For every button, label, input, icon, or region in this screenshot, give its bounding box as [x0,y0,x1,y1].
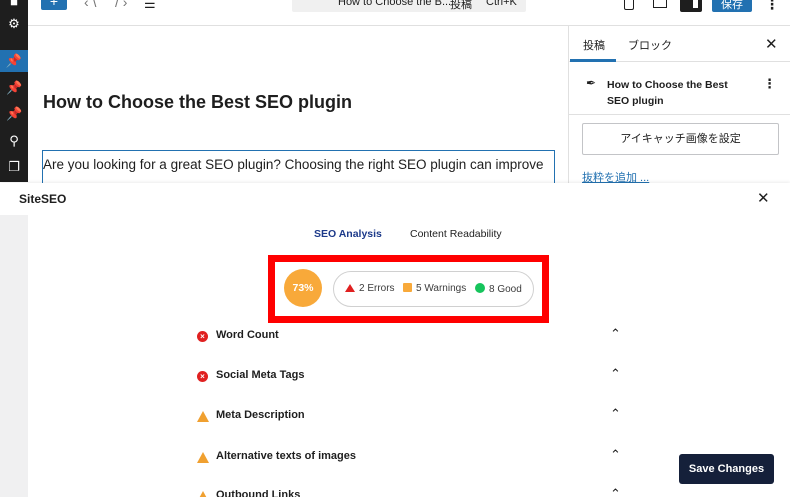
set-featured-image-button[interactable]: アイキャッチ画像を設定 [582,123,779,155]
settings-icon[interactable]: ⚙ [6,16,22,32]
admin-sidebar: ■ ⚙ 📌 📌 📌 ⚲ ❐ [0,0,28,182]
command-shortcut: Ctrl+K [486,0,517,8]
add-block-button[interactable]: + [41,0,67,10]
save-draft-button[interactable]: 保存 [712,0,752,12]
tab-seo-analysis[interactable]: SEO Analysis [314,228,382,240]
chevron-up-icon[interactable]: ⌃ [610,447,621,463]
siteseo-header: SiteSEO ✕ [0,183,790,215]
warning-square-icon [403,283,412,292]
undo-icon[interactable]: ‹ \ [84,0,96,10]
active-tab-indicator [570,59,616,62]
tab-block[interactable]: ブロック [628,37,672,53]
more-options-icon[interactable]: ⋮ [763,76,776,92]
pin-icon[interactable]: 📌 [6,80,22,96]
chevron-up-icon[interactable]: ⌃ [610,486,621,497]
good-dot-icon [475,283,485,293]
check-row-meta-description[interactable]: Meta Description ⌃ [196,406,624,428]
warning-triangle-icon [197,452,209,463]
siteseo-panel: SiteSEO ✕ SEO Analysis Content Readabili… [0,183,790,497]
editor-toolbar: + ‹ \ / › ☰ How to Choose the B... 投稿 Ct… [28,0,790,26]
pin-icon[interactable]: 📌 [6,106,22,122]
command-type: 投稿 [450,0,472,11]
check-row-alt-texts[interactable]: Alternative texts of images ⌃ [196,447,624,469]
command-title: How to Choose the B... [338,0,452,8]
tab-content-readability[interactable]: Content Readability [410,228,502,240]
posts-icon[interactable]: 📌 [0,50,28,72]
check-row-social-meta[interactable]: × Social Meta Tags ⌃ [196,366,624,388]
feather-icon: ✒ [586,76,597,90]
warnings-label: 5 Warnings [416,283,467,294]
list-view-icon[interactable]: ☰ [144,0,156,12]
panel-title: SiteSEO [19,192,67,206]
more-options-icon[interactable]: ⋮ [765,0,779,13]
errors-count: 2 Errors [345,283,395,294]
check-label: Word Count [216,329,279,341]
errors-label: 2 Errors [359,283,395,294]
pages-icon[interactable]: ❐ [6,159,22,175]
check-label: Meta Description [216,409,305,421]
warning-triangle-icon [197,411,209,422]
good-count: 8 Good [475,283,522,295]
sidebar-tabs: 投稿 ブロック ✕ [569,26,790,62]
seo-icon[interactable]: ⚲ [6,133,22,149]
warning-triangle-icon [197,491,209,497]
chevron-up-icon[interactable]: ⌃ [610,326,621,342]
post-title[interactable]: How to Choose the Best SEO plugin [43,92,352,113]
close-icon[interactable]: ✕ [757,189,770,207]
check-row-word-count[interactable]: × Word Count ⌃ [196,326,624,348]
good-label: 8 Good [489,284,522,295]
settings-toggle-button[interactable] [680,0,702,12]
check-label: Social Meta Tags [216,369,305,381]
tab-post[interactable]: 投稿 [583,37,605,53]
command-palette-button[interactable]: How to Choose the B... 投稿 Ctrl+K [292,0,526,12]
check-label: Alternative texts of images [216,450,356,462]
score-summary: 2 Errors 5 Warnings 8 Good [333,271,534,307]
redo-icon[interactable]: / › [115,0,127,10]
paragraph-text[interactable]: Are you looking for a great SEO plugin? … [43,157,544,172]
check-row-outbound-links[interactable]: Outbound Links ⌃ [196,486,624,497]
chevron-up-icon[interactable]: ⌃ [610,366,621,382]
error-x-icon: × [197,331,208,342]
close-icon[interactable]: ✕ [765,35,778,53]
save-changes-button[interactable]: Save Changes [679,454,774,484]
divider [569,114,790,115]
dashboard-icon[interactable]: ■ [6,0,22,10]
panel-side-rail [0,215,28,497]
view-post-icon[interactable] [653,0,667,8]
document-title: How to Choose the Best SEO plugin [607,79,728,107]
error-x-icon: × [197,371,208,382]
seo-score: 73% [284,269,322,307]
settings-sidebar: 投稿 ブロック ✕ ✒ How to Choose the Best SEO p… [568,26,790,186]
preview-device-icon[interactable] [624,0,634,10]
warnings-count: 5 Warnings [403,283,466,294]
chevron-up-icon[interactable]: ⌃ [610,406,621,422]
error-triangle-icon [345,284,355,292]
check-label: Outbound Links [216,489,301,497]
